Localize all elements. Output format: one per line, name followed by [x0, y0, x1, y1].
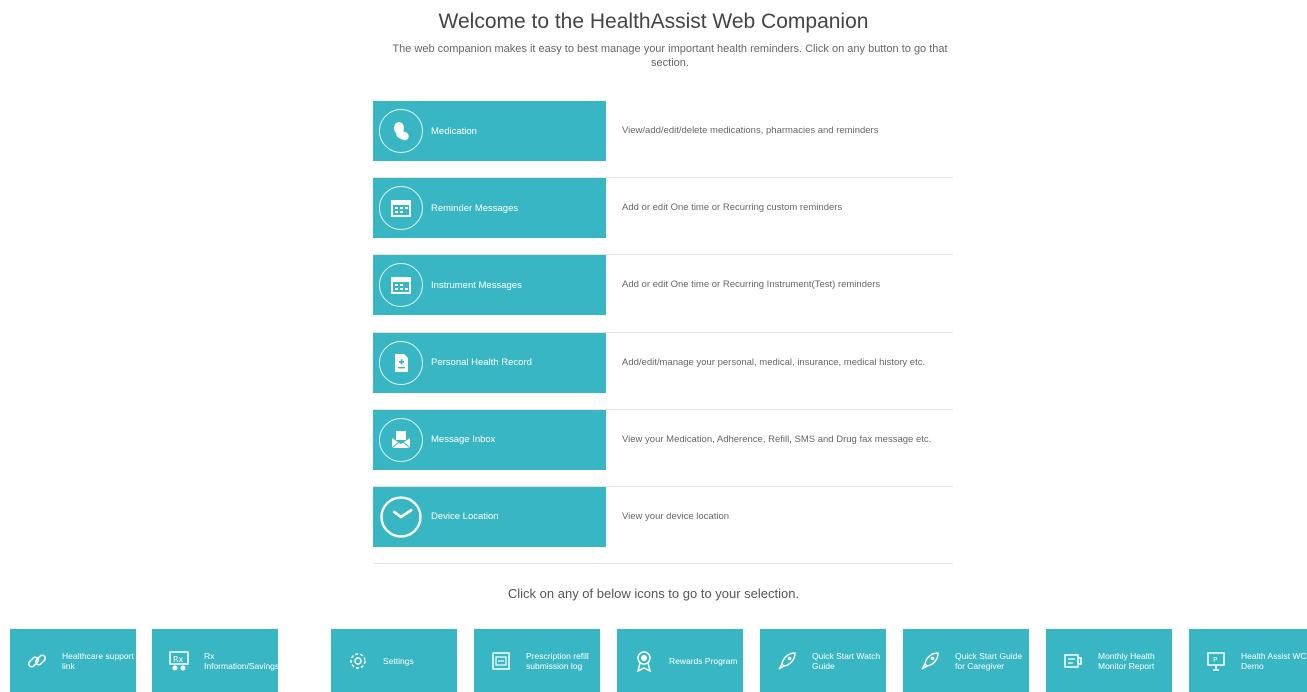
health-assist-wc-demo-tile[interactable]: P Health Assist WC Demo [1189, 629, 1307, 692]
refill-log-icon [488, 648, 514, 674]
quick-start-caregiver-guide-tile[interactable]: Quick Start Guide for Caregiver [903, 629, 1029, 692]
message-inbox-button[interactable]: Message Inbox [373, 409, 606, 470]
device-location-description: View your device location [622, 510, 730, 522]
personal-health-record-description: Add/edit/manage your personal, medical, … [622, 356, 926, 368]
settings-tile[interactable]: Settings [331, 629, 457, 692]
instrument-calendar-icon [379, 263, 423, 308]
envelope-icon [379, 417, 423, 462]
rx-icon: Rx [166, 648, 192, 674]
rewards-program-tile[interactable]: Rewards Program [617, 629, 743, 692]
health-record-icon [379, 340, 423, 385]
prescription-refill-log-label: Prescription refill submission log [526, 650, 589, 671]
icons-heading: Click on any of below icons to go to you… [507, 586, 800, 601]
prescription-refill-log-tile[interactable]: Prescription refill submission log [474, 629, 600, 692]
instrument-messages-button[interactable]: Instrument Messages [373, 255, 606, 316]
gear-icon [345, 648, 371, 674]
message-inbox-label: Message Inbox [431, 434, 496, 446]
settings-label: Settings [383, 655, 414, 666]
report-icon [1060, 648, 1086, 674]
medication-button[interactable]: Medication [373, 101, 606, 161]
section-row-instrument-messages: Instrument Messages Add or edit One time… [373, 255, 953, 333]
personal-health-record-button[interactable]: Personal Health Record [373, 332, 606, 393]
page-title: Welcome to the HealthAssist Web Companio… [438, 10, 869, 33]
section-row-personal-health-record: Personal Health Record Add/edit/manage y… [373, 332, 953, 410]
medication-label: Medication [431, 125, 477, 137]
personal-health-record-label: Personal Health Record [431, 357, 532, 369]
presentation-icon: P [1203, 648, 1229, 674]
monthly-health-monitor-report-label: Monthly Health Monitor Report [1098, 650, 1155, 671]
quick-start-caregiver-guide-label: Quick Start Guide for Caregiver [955, 650, 1023, 671]
link-icon [24, 648, 50, 674]
calendar-icon [379, 186, 423, 231]
instrument-messages-label: Instrument Messages [431, 279, 522, 291]
pill-icon [379, 109, 423, 153]
quick-start-watch-guide-tile[interactable]: Quick Start Watch Guide [760, 629, 886, 692]
monthly-health-monitor-report-tile[interactable]: Monthly Health Monitor Report [1046, 629, 1172, 692]
rocket-icon [774, 648, 800, 674]
award-icon [631, 648, 657, 674]
clock-icon [379, 495, 423, 539]
section-list: Medication View/add/edit/delete medicati… [373, 101, 953, 565]
device-location-label: Device Location [431, 511, 499, 523]
rocket-icon [917, 648, 943, 674]
quick-links-bar: Healthcare support link Rx Rx Informatio… [10, 629, 1307, 692]
svg-text:P: P [1213, 656, 1217, 664]
svg-text:Rx: Rx [173, 655, 184, 664]
rx-information-label: Rx Information/Savings [204, 650, 278, 671]
rx-information-tile[interactable]: Rx Rx Information/Savings [152, 629, 278, 692]
instrument-messages-description: Add or edit One time or Recurring Instru… [622, 279, 881, 291]
section-row-message-inbox: Message Inbox View your Medication, Adhe… [373, 409, 953, 487]
section-row-reminder-messages: Reminder Messages Add or edit One time o… [373, 178, 953, 256]
section-row-device-location: Device Location View your device locatio… [373, 486, 953, 565]
page-subtitle: The web companion makes it easy to best … [392, 43, 948, 69]
reminder-messages-label: Reminder Messages [431, 202, 519, 214]
reminder-messages-button[interactable]: Reminder Messages [373, 178, 606, 239]
message-inbox-description: View your Medication, Adherence, Refill,… [622, 433, 932, 445]
healthcare-support-link-tile[interactable]: Healthcare support link [10, 629, 136, 692]
section-row-medication: Medication View/add/edit/delete medicati… [373, 101, 953, 179]
healthcare-support-link-label: Healthcare support link [62, 650, 134, 671]
rewards-program-label: Rewards Program [669, 655, 738, 666]
reminder-messages-description: Add or edit One time or Recurring custom… [622, 202, 843, 214]
quick-start-watch-guide-label: Quick Start Watch Guide [812, 650, 881, 671]
medication-description: View/add/edit/delete medications, pharma… [622, 125, 879, 136]
health-assist-wc-demo-label: Health Assist WC Demo [1241, 650, 1307, 671]
device-location-button[interactable]: Device Location [373, 486, 606, 547]
